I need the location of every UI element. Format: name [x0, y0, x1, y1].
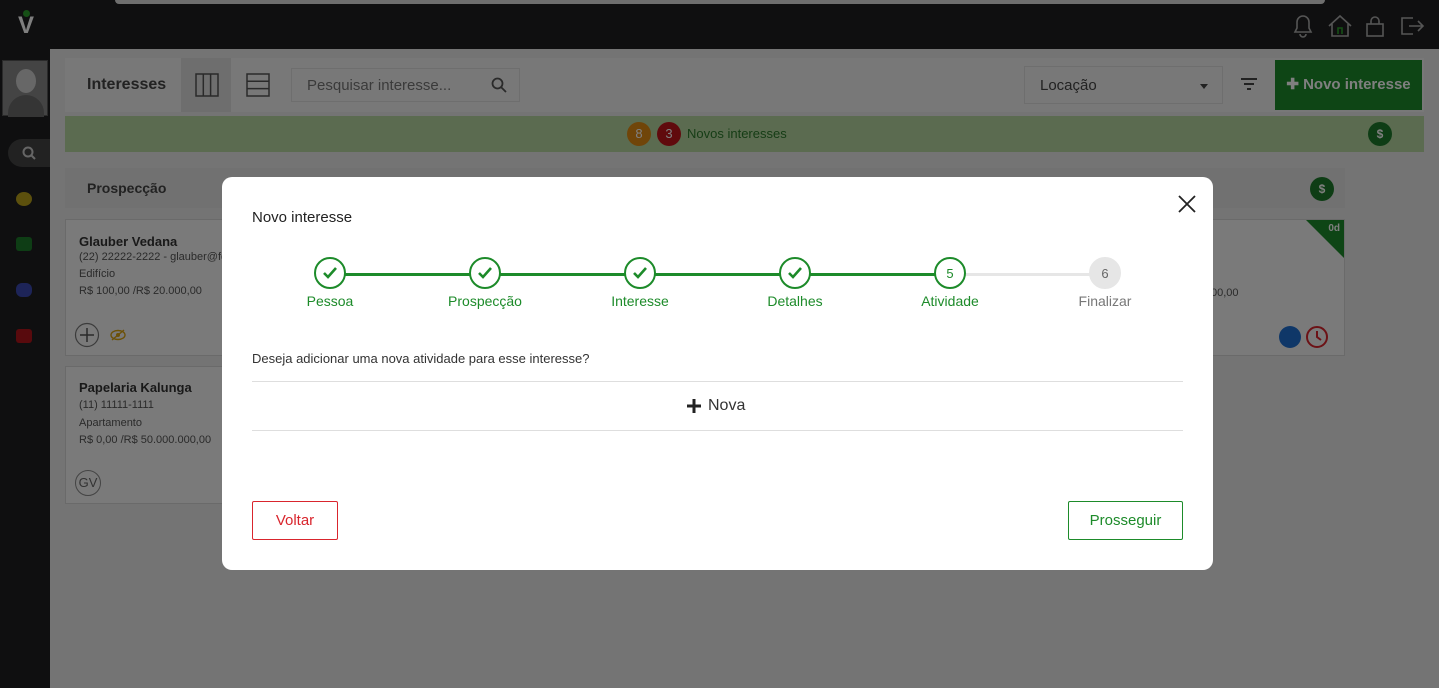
step-label: Prospecção [448, 293, 522, 309]
step-label: Atividade [921, 293, 979, 309]
check-icon [779, 257, 811, 289]
step-label: Interesse [611, 293, 669, 309]
stepper: Pessoa Prospecção Interesse Detalhes 5 A… [222, 257, 1213, 317]
modal-title: Novo interesse [252, 209, 353, 226]
check-icon [624, 257, 656, 289]
step-prospeccao[interactable]: Prospecção [425, 257, 545, 309]
new-interest-modal: Novo interesse Pessoa Prospecção Interes… [222, 177, 1213, 570]
new-activity-label: Nova [708, 397, 746, 414]
close-icon[interactable] [1176, 193, 1198, 215]
step-detalhes[interactable]: Detalhes [735, 257, 855, 309]
plus-icon [687, 399, 701, 413]
step-number: 6 [1089, 257, 1121, 289]
step-finalizar[interactable]: 6 Finalizar [1045, 257, 1165, 309]
step-pessoa[interactable]: Pessoa [270, 257, 390, 309]
step-label: Detalhes [767, 293, 823, 309]
step-number: 5 [934, 257, 966, 289]
check-icon [469, 257, 501, 289]
new-activity-button[interactable]: Nova [686, 397, 745, 415]
activity-question: Deseja adicionar uma nova atividade para… [252, 351, 590, 366]
back-button[interactable]: Voltar [252, 501, 338, 540]
divider [252, 381, 1183, 382]
continue-button[interactable]: Prosseguir [1068, 501, 1183, 540]
step-label: Pessoa [306, 293, 354, 309]
check-icon [314, 257, 346, 289]
step-label: Finalizar [1078, 293, 1132, 309]
step-atividade[interactable]: 5 Atividade [890, 257, 1010, 309]
divider [252, 430, 1183, 431]
step-interesse[interactable]: Interesse [580, 257, 700, 309]
